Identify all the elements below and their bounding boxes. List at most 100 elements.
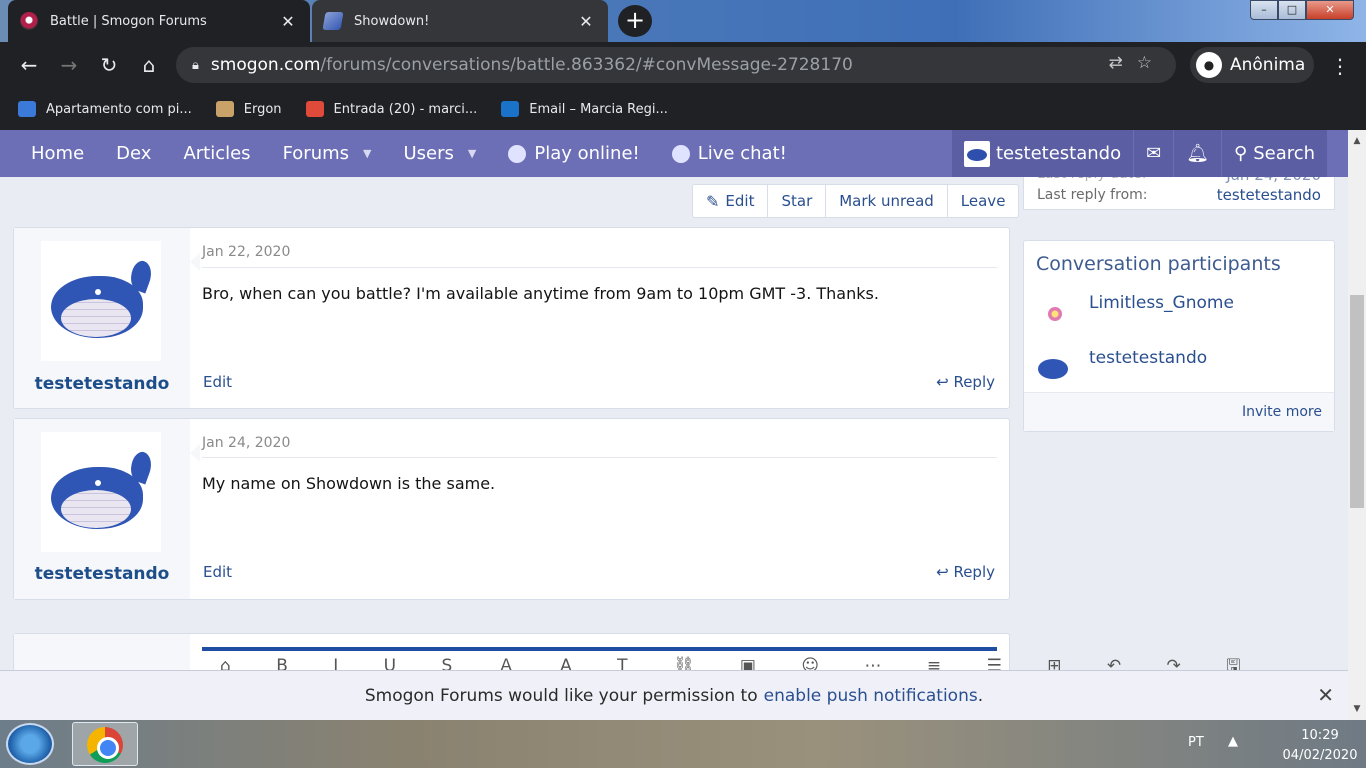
lock-icon: 🔒︎ [192, 57, 199, 73]
nav-forums[interactable]: Forums ▼ [267, 143, 388, 164]
participants-footer: Invite more [1024, 392, 1334, 431]
tab-title: Battle | Smogon Forums [50, 13, 207, 29]
star-button[interactable]: Star [768, 185, 827, 217]
maximize-button[interactable]: □ [1278, 0, 1306, 20]
scroll-up-icon[interactable]: ▲ [1348, 136, 1366, 146]
nav-articles[interactable]: Articles [167, 143, 266, 164]
message-arrow [190, 444, 200, 462]
avatar[interactable] [41, 432, 161, 552]
push-notification-banner: Smogon Forums would like your permission… [0, 670, 1348, 720]
inbox-icon[interactable]: ✉ [1134, 130, 1175, 177]
nav-play-online[interactable]: Play online! [492, 143, 655, 164]
scrollbar-thumb[interactable] [1350, 295, 1364, 508]
nav-users[interactable]: Users ▼ [387, 143, 492, 164]
page-scrollbar[interactable]: ▲ ▼ [1348, 130, 1366, 720]
outlook-icon [501, 101, 520, 117]
message-edit-link[interactable]: Edit [203, 373, 232, 391]
invite-more-link[interactable]: Invite more [1242, 404, 1322, 420]
tab-showdown[interactable]: Showdown! ✕ [312, 0, 608, 42]
bookmark-item[interactable]: Email – Marcia Regi... [501, 101, 668, 117]
close-icon[interactable]: ✕ [576, 12, 596, 31]
showdown-favicon-icon [322, 12, 344, 30]
nav-home[interactable]: Home [0, 143, 100, 164]
close-icon[interactable]: ✕ [278, 12, 298, 31]
menu-icon[interactable]: ⋮ [1330, 54, 1350, 78]
message-user-cell: testetestando [14, 419, 190, 599]
message-username[interactable]: testetestando [14, 564, 190, 584]
window-close-button[interactable]: ✕ [1306, 0, 1354, 20]
search-button[interactable]: ⚲ Search [1222, 130, 1329, 177]
profile-button[interactable]: ● Anônima [1190, 47, 1314, 83]
avatar[interactable] [1038, 297, 1072, 331]
participants-box: Conversation participants Limitless_Gnom… [1023, 240, 1335, 432]
start-button[interactable] [6, 723, 54, 765]
conversation-actions: ✎ Edit Star Mark unread Leave [692, 184, 1020, 218]
tray-expand-icon[interactable]: ▲ [1228, 734, 1238, 749]
participants-title: Conversation participants [1036, 253, 1281, 275]
language-indicator[interactable]: PT [1188, 735, 1204, 750]
bell-icon[interactable]: 🔔︎ [1174, 130, 1223, 177]
message-arrow [190, 253, 200, 271]
participant-link[interactable]: Limitless_Gnome [1089, 293, 1234, 313]
minimize-button[interactable]: – [1250, 0, 1278, 20]
smogon-favicon-icon [20, 12, 38, 30]
edit-button[interactable]: ✎ Edit [693, 185, 769, 217]
forward-arrow-icon[interactable]: → [54, 50, 84, 80]
divider [202, 457, 997, 458]
mark-unread-button[interactable]: Mark unread [826, 185, 948, 217]
message-date[interactable]: Jan 22, 2020 [202, 244, 290, 260]
bookmark-item[interactable]: Ergon [215, 101, 282, 117]
divider [202, 267, 997, 268]
message-user-cell: testetestando [14, 228, 190, 408]
edit-icon: ✎ [706, 191, 720, 211]
message-username[interactable]: testetestando [14, 374, 190, 394]
avatar[interactable] [1038, 351, 1072, 385]
bookmark-item[interactable]: Entrada (20) - marci... [305, 101, 477, 117]
close-icon[interactable]: ✕ [1317, 683, 1334, 707]
bookmarks-bar: Apartamento com pi... Ergon Entrada (20)… [0, 88, 1366, 130]
enable-push-link[interactable]: enable push notifications [764, 686, 978, 706]
reply-editor: ⌂ B I U S Ａ A T ⛓ ▣ ☺ ⋯ ≡ ☰ ⊞ ↶ ↷ 🖫 [13, 633, 1241, 670]
bookmark-favicon-icon [215, 101, 234, 117]
nav-dex[interactable]: Dex [100, 143, 167, 164]
last-reply-from-link[interactable]: testetestando [1217, 186, 1321, 204]
reply-icon: ↩ [936, 563, 954, 581]
address-bar[interactable]: 🔒︎ smogon.com /forums/conversations/batt… [176, 47, 1176, 83]
tab-battle[interactable]: Battle | Smogon Forums ✕ [8, 0, 310, 42]
window-controls: – □ ✕ [1250, 0, 1354, 20]
chevron-down-icon[interactable]: ▼ [363, 147, 371, 160]
message-body: My name on Showdown is the same. [202, 474, 496, 493]
message: testetestando Jan 24, 2020 My name on Sh… [13, 418, 1010, 600]
editor-user-cell [14, 634, 190, 670]
forum-nav: Home Dex Articles Forums ▼ Users ▼ Play on… [0, 130, 1348, 177]
gmail-icon [305, 101, 324, 117]
profile-name: Anônima [1230, 55, 1306, 75]
avatar[interactable] [41, 241, 161, 361]
clock[interactable]: 10:29 04/02/2020 [1280, 726, 1360, 766]
new-tab-button[interactable]: + [618, 5, 652, 37]
nav-live-chat[interactable]: Live chat! [656, 143, 803, 164]
participant-link[interactable]: testetestando [1089, 348, 1207, 368]
editor-toolbar[interactable]: ⌂ B I U S Ａ A T ⛓ ▣ ☺ ⋯ ≡ ☰ ⊞ ↶ ↷ 🖫 [202, 647, 1241, 670]
taskbar: PT ▲ 10:29 04/02/2020 [0, 720, 1366, 768]
chevron-down-icon[interactable]: ▼ [468, 147, 476, 160]
reply-button[interactable]: ↩ Reply [936, 373, 995, 391]
nav-user-area: testetestando ✉ 🔔︎ ⚲ Search [952, 130, 1329, 177]
reply-button[interactable]: ↩ Reply [936, 563, 995, 581]
home-icon[interactable]: ⌂ [134, 50, 164, 80]
bookmark-item[interactable]: Apartamento com pi... [18, 101, 192, 117]
reload-icon[interactable]: ↻ [94, 50, 124, 80]
omnibox-icons[interactable]: ⇄☆ [1109, 53, 1166, 73]
page-viewport: Last reply date: Jan 24, 2020 Last reply… [0, 130, 1348, 670]
taskbar-chrome[interactable] [72, 722, 138, 766]
wailord-icon [51, 258, 156, 341]
back-arrow-icon[interactable]: ← [14, 50, 44, 80]
message-date[interactable]: Jan 24, 2020 [202, 435, 290, 451]
scroll-down-icon[interactable]: ▼ [1348, 704, 1366, 714]
notification-tail: . [977, 685, 984, 706]
message-body: Bro, when can you battle? I'm available … [202, 284, 879, 303]
message-edit-link[interactable]: Edit [203, 563, 232, 581]
leave-button[interactable]: Leave [948, 185, 1019, 217]
account-button[interactable]: testetestando [952, 130, 1135, 177]
bookmark-favicon-icon [18, 101, 36, 117]
